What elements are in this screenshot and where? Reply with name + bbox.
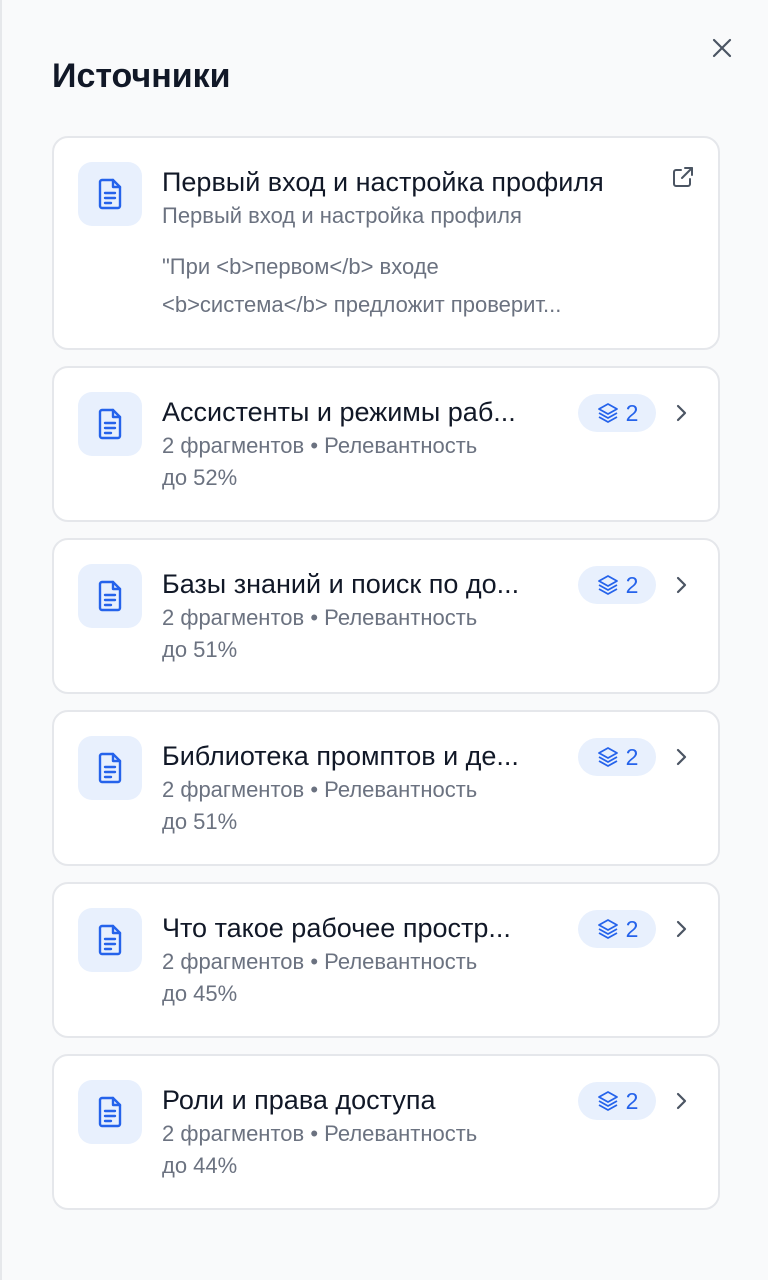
chevron-right-icon <box>676 404 687 422</box>
layers-icon <box>597 403 618 423</box>
relevance-value: до 51% <box>162 809 238 834</box>
source-title: Базы знаний и поиск по до... <box>162 569 520 599</box>
fragments-badge: 2 <box>578 394 656 432</box>
external-link-button[interactable] <box>668 162 698 192</box>
close-button[interactable] <box>706 32 738 64</box>
expand-button[interactable] <box>668 914 694 944</box>
sources-panel: Источники Первый вход и настройка профил… <box>2 0 768 1280</box>
document-icon <box>78 392 142 456</box>
chevron-right-icon <box>676 1092 687 1110</box>
fragments-badge: 2 <box>578 566 656 604</box>
source-card[interactable]: Что такое рабочее простр... 2 2 фрагмент… <box>52 882 720 1038</box>
document-icon <box>78 1080 142 1144</box>
relevance-value: до 51% <box>162 637 238 662</box>
layers-icon <box>597 747 618 767</box>
expand-button[interactable] <box>668 742 694 772</box>
expand-button[interactable] <box>668 570 694 600</box>
chevron-right-icon <box>676 748 687 766</box>
document-icon <box>78 908 142 972</box>
source-title: Что такое рабочее простр... <box>162 913 511 943</box>
document-icon <box>78 736 142 800</box>
relevance-value: до 45% <box>162 981 238 1006</box>
fragments-badge: 2 <box>578 738 656 776</box>
source-meta-line-1: 2 фрагментов • Релевантность <box>162 777 478 802</box>
source-meta-line-1: 2 фрагментов • Релевантность <box>162 949 478 974</box>
relevance-value: до 52% <box>162 465 238 490</box>
source-meta-line-1: 2 фрагментов • Релевантность <box>162 605 478 630</box>
source-meta-line-1: 2 фрагментов • Релевантность <box>162 1121 478 1146</box>
layers-icon <box>597 919 618 939</box>
source-title: Первый вход и настройка профиля <box>162 167 604 197</box>
fragments-count: 2 <box>625 399 639 426</box>
expand-button[interactable] <box>668 1086 694 1116</box>
source-meta: 2 фрагментов • Релевантность до 45% <box>162 946 562 1010</box>
layers-icon <box>597 575 618 595</box>
fragments-count: 2 <box>625 1087 639 1114</box>
source-snippet: "При <b>первом</b> входе <b>система</b> … <box>162 248 662 324</box>
source-card-featured[interactable]: Первый вход и настройка профиля Первый в… <box>52 136 720 350</box>
source-meta: 2 фрагментов • Релевантность до 52% <box>162 430 562 494</box>
expand-button[interactable] <box>668 398 694 428</box>
chevron-right-icon <box>676 576 687 594</box>
layers-icon <box>597 1091 618 1111</box>
snippet-line-1: "При <b>первом</b> входе <box>162 254 439 279</box>
close-icon <box>712 38 732 58</box>
chevron-right-icon <box>676 920 687 938</box>
fragments-count: 2 <box>625 915 639 942</box>
document-icon <box>78 162 142 226</box>
fragments-count: 2 <box>625 571 639 598</box>
source-card[interactable]: Библиотека промптов и де... 2 2 фрагмент… <box>52 710 720 866</box>
source-card[interactable]: Базы знаний и поиск по до... 2 2 фрагмен… <box>52 538 720 694</box>
snippet-line-2: <b>система</b> предложит проверит... <box>162 292 562 317</box>
document-icon <box>78 564 142 628</box>
source-card[interactable]: Ассистенты и режимы раб... 2 2 фрагменто… <box>52 366 720 522</box>
source-card[interactable]: Роли и права доступа 2 2 фрагментов • Ре… <box>52 1054 720 1210</box>
relevance-value: до 44% <box>162 1153 238 1178</box>
source-title: Библиотека промптов и де... <box>162 741 519 771</box>
source-meta-line-1: 2 фрагментов • Релевантность <box>162 433 478 458</box>
source-title: Ассистенты и режимы раб... <box>162 397 516 427</box>
source-meta: 2 фрагментов • Релевантность до 44% <box>162 1118 562 1182</box>
fragments-badge: 2 <box>578 1082 656 1120</box>
external-link-icon <box>673 167 693 187</box>
fragments-count: 2 <box>625 743 639 770</box>
source-meta: 2 фрагментов • Релевантность до 51% <box>162 602 562 666</box>
fragments-badge: 2 <box>578 910 656 948</box>
source-subtitle: Первый вход и настройка профиля <box>162 203 522 228</box>
source-title: Роли и права доступа <box>162 1085 436 1115</box>
panel-title: Источники <box>52 57 231 95</box>
source-meta: 2 фрагментов • Релевантность до 51% <box>162 774 562 838</box>
